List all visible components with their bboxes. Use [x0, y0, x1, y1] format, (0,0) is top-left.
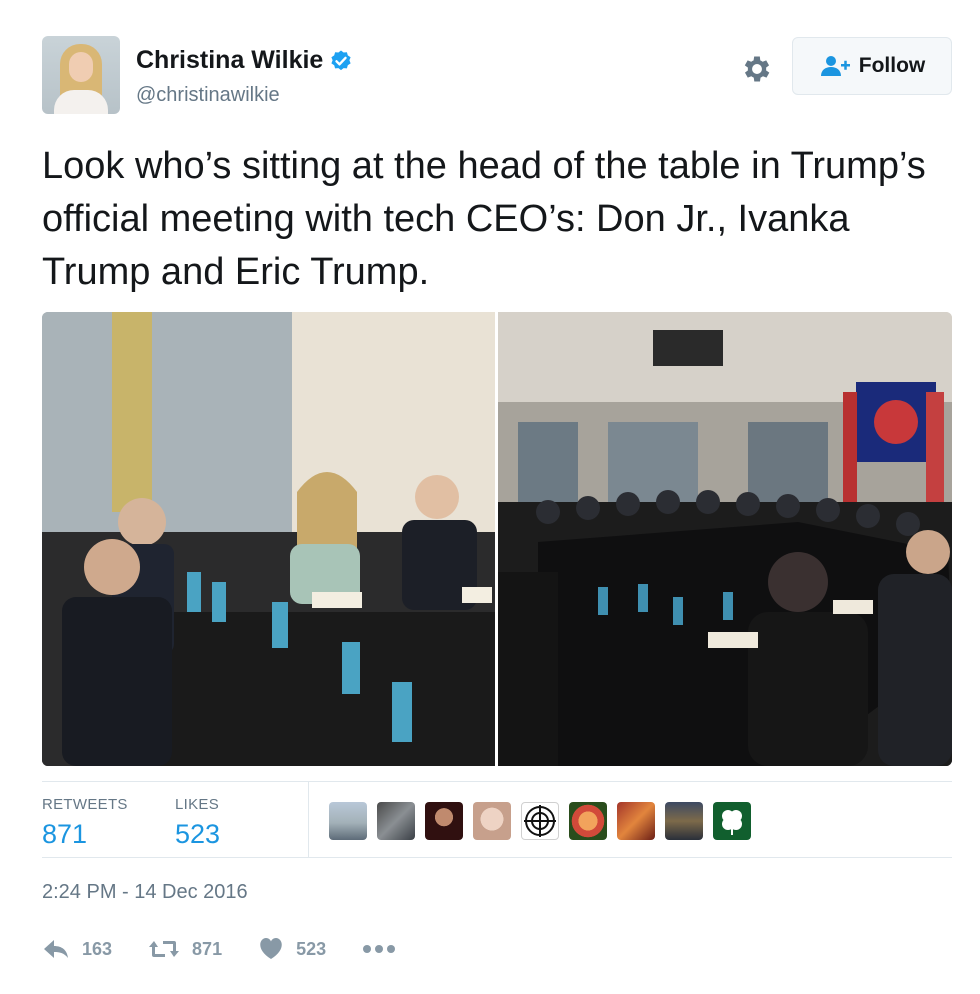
gear-icon[interactable]	[740, 52, 774, 86]
like-count: 523	[296, 938, 327, 959]
author-name[interactable]: Christina Wilkie	[136, 46, 323, 75]
meeting-photo-right[interactable]	[498, 312, 952, 766]
tweet-timestamp[interactable]: 2:24 PM - 14 Dec 2016	[42, 881, 248, 904]
reply-icon	[44, 940, 68, 958]
tweet-header: Christina Wilkie @christinawilkie Follow	[42, 36, 952, 116]
avatar-body	[54, 90, 108, 114]
liker-avatar[interactable]	[521, 802, 559, 840]
stats-separator	[308, 782, 309, 858]
tweet-text: Look who’s sitting at the head of the ta…	[42, 145, 926, 293]
more-dots-icon	[363, 945, 396, 953]
target-logo-icon	[524, 805, 556, 837]
retweet-button[interactable]: 871	[148, 937, 222, 961]
liker-avatar[interactable]	[665, 802, 703, 840]
retweets-value: 871	[42, 819, 88, 849]
retweets-label: RETWEETS	[42, 796, 128, 813]
liker-avatar[interactable]	[617, 802, 655, 840]
verified-badge-icon	[331, 50, 351, 70]
tweet-actions: 163 871 523	[42, 932, 432, 966]
avatar-face	[69, 52, 93, 82]
liker-avatar[interactable]	[473, 802, 511, 840]
liker-avatar[interactable]	[425, 802, 463, 840]
more-button[interactable]	[362, 944, 396, 954]
retweets-stat[interactable]: RETWEETS 871	[42, 796, 128, 850]
likes-stat[interactable]: LIKES 523	[175, 796, 220, 850]
follow-button[interactable]: Follow	[792, 37, 952, 95]
reply-count: 163	[82, 938, 113, 959]
liker-avatar[interactable]	[329, 802, 367, 840]
stats-bottom-divider	[42, 857, 952, 858]
like-button[interactable]: 523	[258, 937, 326, 961]
liker-avatar[interactable]	[569, 802, 607, 840]
likes-label: LIKES	[175, 796, 220, 813]
retweet-icon	[149, 941, 180, 957]
likes-value: 523	[175, 819, 221, 849]
liker-avatar[interactable]	[377, 802, 415, 840]
author-handle[interactable]: @christinawilkie	[136, 84, 280, 107]
liker-avatars	[329, 802, 751, 840]
user-avatar[interactable]	[42, 36, 120, 114]
reply-button[interactable]: 163	[42, 937, 112, 961]
tweet-stats: RETWEETS 871 LIKES 523	[42, 782, 952, 858]
retweet-count: 871	[192, 938, 223, 959]
name-row: Christina Wilkie	[136, 46, 353, 75]
clover-logo-icon	[722, 810, 742, 835]
meeting-photo-left[interactable]	[42, 312, 495, 766]
follow-label: Follow	[858, 54, 926, 77]
meeting-photo-right-graphic	[498, 312, 952, 766]
heart-icon	[260, 938, 282, 959]
liker-avatar[interactable]	[713, 802, 751, 840]
tweet-media[interactable]	[42, 312, 952, 766]
add-user-icon	[820, 56, 850, 76]
meeting-photo-left-graphic	[42, 312, 495, 766]
